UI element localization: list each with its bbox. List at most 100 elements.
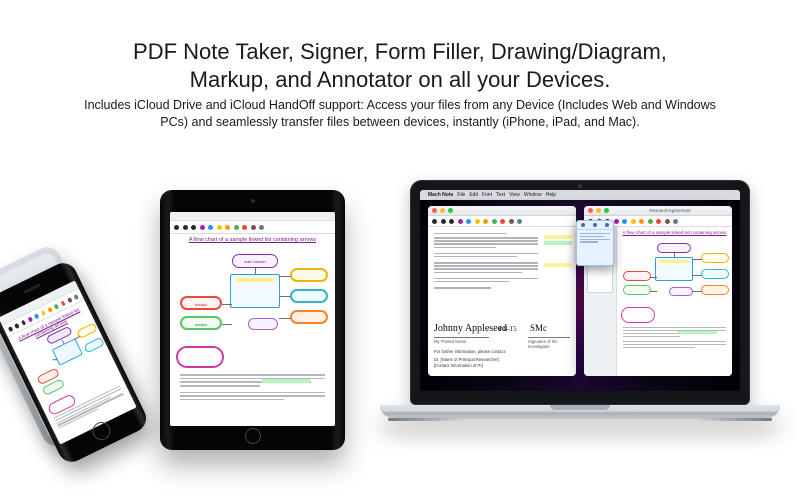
tool-swatch[interactable] (656, 219, 661, 224)
annotation-toolbar[interactable] (428, 216, 576, 227)
tool-swatch[interactable] (639, 219, 644, 224)
window-titlebar[interactable]: ResearchAgreement (584, 206, 732, 216)
tool-swatch[interactable] (225, 225, 230, 230)
tool-swatch[interactable] (191, 225, 196, 230)
diagram-node[interactable] (669, 287, 693, 296)
mac-menu-item[interactable]: File (457, 192, 465, 198)
freehand-annotation[interactable] (621, 307, 655, 323)
highlight-annotation[interactable] (262, 379, 310, 383)
mac-menu-item[interactable]: Window (524, 192, 542, 198)
tool-swatch[interactable] (60, 300, 66, 306)
mac-menu-item[interactable]: Edit (469, 192, 478, 198)
tool-swatch[interactable] (14, 322, 20, 328)
tool-swatch[interactable] (648, 219, 653, 224)
tool-swatch[interactable] (449, 219, 454, 224)
mac-menu-item[interactable]: Help (546, 192, 556, 198)
window-titlebar[interactable] (428, 206, 576, 216)
tool-swatch[interactable] (242, 225, 247, 230)
diagram-node[interactable] (657, 243, 691, 253)
highlight-annotation[interactable] (659, 260, 689, 263)
diagram-node-main-header[interactable]: main header (232, 254, 278, 268)
highlight-annotation[interactable] (677, 331, 717, 334)
tool-swatch[interactable] (259, 225, 264, 230)
mac-menu-item[interactable]: Mach Note (428, 192, 453, 198)
diagram-node-essays[interactable]: essays (180, 316, 222, 330)
diagram-node[interactable] (83, 337, 105, 354)
popover-icon[interactable] (581, 223, 585, 227)
diagram-node[interactable] (623, 271, 651, 281)
highlight-annotation[interactable] (544, 241, 572, 245)
document-canvas[interactable]: Johnny Appleseed 4-8-15 SMc My Printed N… (428, 227, 576, 376)
popover-icon[interactable] (593, 223, 597, 227)
diagram-node[interactable] (701, 269, 729, 279)
minimize-icon[interactable] (596, 208, 601, 213)
mac-menu-item[interactable]: Text (496, 192, 505, 198)
close-icon[interactable] (432, 208, 437, 213)
tool-swatch[interactable] (475, 219, 480, 224)
minimize-icon[interactable] (440, 208, 445, 213)
diagram-node[interactable] (290, 289, 328, 303)
tool-swatch[interactable] (67, 297, 73, 303)
signature-date[interactable]: 4-8-15 (498, 325, 517, 333)
tool-swatch[interactable] (174, 225, 179, 230)
document-canvas[interactable]: A flow chart of a sample linked list con… (617, 227, 732, 376)
mac-menu-item[interactable]: Font (482, 192, 492, 198)
tool-swatch[interactable] (40, 310, 46, 316)
diagram-node[interactable] (701, 285, 729, 295)
tool-swatch[interactable] (432, 219, 437, 224)
diagram-node-essays[interactable]: essays (180, 296, 222, 310)
diagram-node[interactable] (290, 310, 328, 324)
diagram-node[interactable] (701, 253, 729, 263)
tool-swatch[interactable] (34, 313, 40, 319)
mac-menu-item[interactable]: View (509, 192, 520, 198)
zoom-icon[interactable] (604, 208, 609, 213)
tool-swatch[interactable] (441, 219, 446, 224)
tool-swatch[interactable] (466, 219, 471, 224)
tool-swatch[interactable] (631, 219, 636, 224)
document-canvas[interactable]: A flow chart of a sample linked list con… (170, 234, 335, 426)
mac-desktop[interactable]: Mach Note File Edit Font Text View Window Help (420, 190, 740, 391)
tool-swatch[interactable] (73, 294, 79, 300)
tool-swatch[interactable] (47, 306, 53, 312)
popover-icon[interactable] (605, 223, 609, 227)
tool-swatch[interactable] (517, 219, 522, 224)
page-thumbnail[interactable] (587, 263, 613, 293)
signature-investigator[interactable]: SMc (530, 323, 547, 333)
tool-swatch[interactable] (500, 219, 505, 224)
app-window-research-agreement[interactable]: Johnny Appleseed 4-8-15 SMc My Printed N… (428, 206, 576, 376)
tool-swatch[interactable] (509, 219, 514, 224)
tool-swatch[interactable] (614, 219, 619, 224)
tool-swatch[interactable] (483, 219, 488, 224)
doc-title: A flow chart of a sample linked list con… (170, 234, 335, 245)
diagram-node[interactable] (623, 285, 651, 295)
tool-swatch[interactable] (234, 225, 239, 230)
tool-swatch[interactable] (217, 225, 222, 230)
freehand-annotation[interactable] (176, 346, 224, 368)
tool-swatch[interactable] (183, 225, 188, 230)
tool-swatch[interactable] (665, 219, 670, 224)
tool-swatch[interactable] (7, 326, 13, 332)
diagram-node[interactable] (290, 268, 328, 282)
tool-swatch[interactable] (458, 219, 463, 224)
tool-swatch[interactable] (492, 219, 497, 224)
tool-swatch[interactable] (21, 319, 27, 325)
highlight-annotation[interactable] (544, 263, 572, 267)
annotation-popover[interactable] (576, 220, 614, 266)
highlight-annotation[interactable] (544, 235, 572, 239)
tool-swatch[interactable] (673, 219, 678, 224)
tool-swatch[interactable] (27, 316, 33, 322)
tool-swatch[interactable] (53, 303, 59, 309)
tool-swatch[interactable] (200, 225, 205, 230)
close-icon[interactable] (588, 208, 593, 213)
zoom-icon[interactable] (448, 208, 453, 213)
diagram-node[interactable] (52, 338, 83, 366)
tool-swatch[interactable] (622, 219, 627, 224)
tool-swatch[interactable] (251, 225, 256, 230)
hero: PDF Note Taker, Signer, Form Filler, Dra… (0, 0, 800, 131)
diagram-node[interactable] (248, 318, 278, 330)
signature[interactable]: Johnny Appleseed (434, 323, 507, 334)
tool-swatch[interactable] (208, 225, 213, 230)
mac-menu-bar[interactable]: Mach Note File Edit Font Text View Window Help (420, 190, 740, 200)
highlight-annotation[interactable] (236, 278, 274, 282)
annotation-toolbar[interactable] (170, 221, 335, 234)
